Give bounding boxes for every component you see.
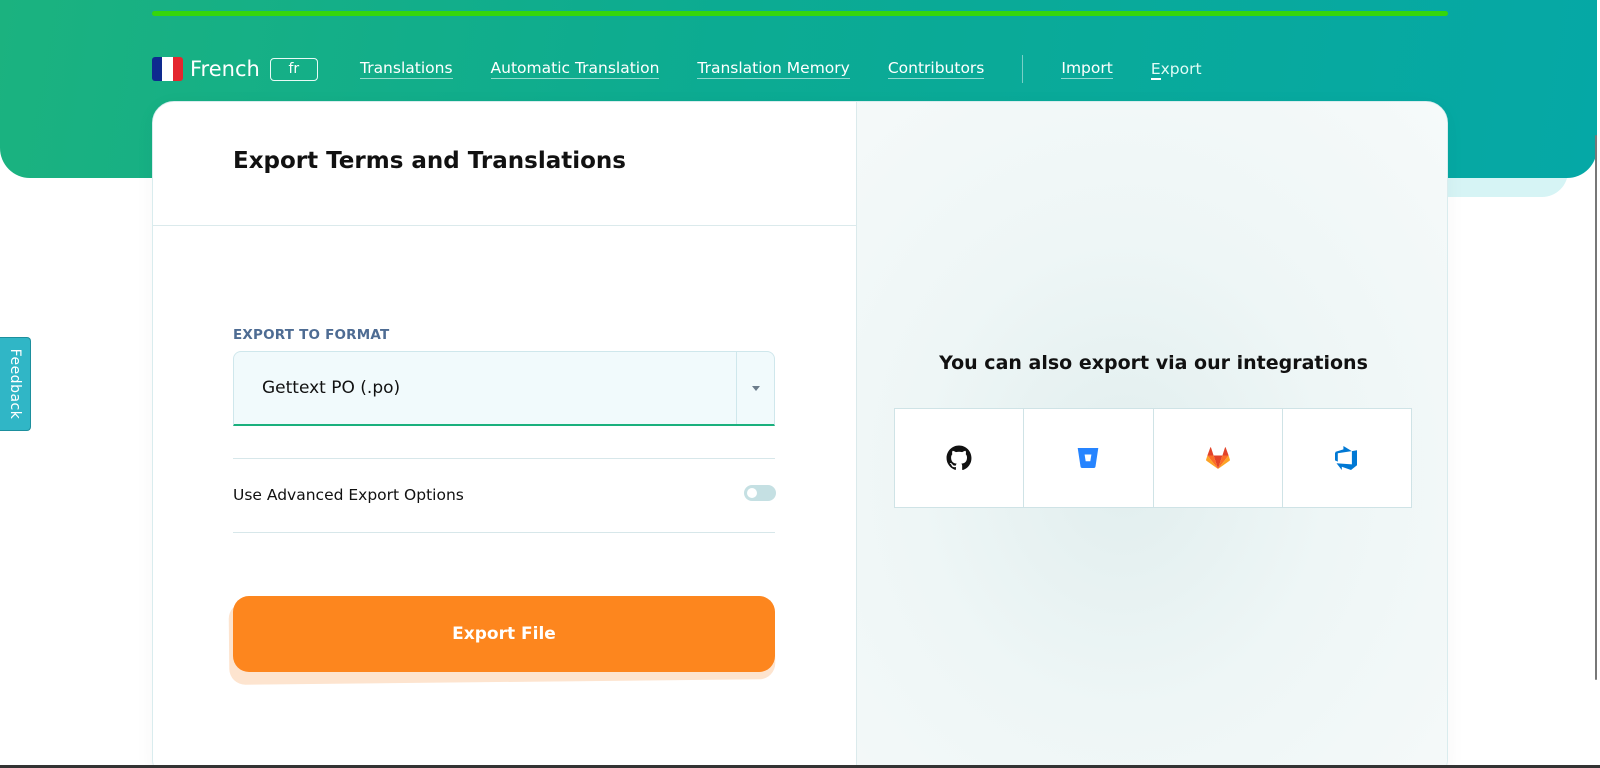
nav-translation-memory[interactable]: Translation Memory xyxy=(697,59,850,79)
integration-bitbucket[interactable] xyxy=(1024,409,1154,507)
language-indicator: French fr xyxy=(152,56,318,82)
integrations-title: You can also export via our integrations xyxy=(939,352,1368,374)
integrations-grid xyxy=(894,408,1412,508)
azure-devops-icon xyxy=(1334,446,1357,470)
export-file-button[interactable]: Export File xyxy=(233,596,775,672)
github-icon xyxy=(946,445,972,471)
language-name: French xyxy=(190,57,260,81)
format-select-value: Gettext PO (.po) xyxy=(262,378,401,398)
nav-separator xyxy=(1022,55,1024,83)
nav-translations[interactable]: Translations xyxy=(360,59,453,79)
select-divider xyxy=(736,352,737,424)
nav-contributors[interactable]: Contributors xyxy=(887,59,985,79)
scrollbar[interactable] xyxy=(1595,135,1597,680)
integrations-panel: You can also export via our integrations xyxy=(856,102,1447,768)
project-nav: Translations Automatic Translation Trans… xyxy=(360,55,1240,83)
language-code-badge: fr xyxy=(269,57,318,81)
integration-gitlab[interactable] xyxy=(1154,409,1283,507)
feedback-label: Feedback xyxy=(7,348,23,420)
france-flag-icon xyxy=(152,57,183,81)
divider xyxy=(233,532,775,533)
export-form-panel: Export Terms and Translations EXPORT TO … xyxy=(153,102,856,768)
gitlab-icon xyxy=(1205,447,1230,469)
format-select[interactable]: Gettext PO (.po) xyxy=(233,351,775,426)
export-card: Export Terms and Translations EXPORT TO … xyxy=(152,101,1448,768)
advanced-options-toggle[interactable] xyxy=(744,485,776,501)
chevron-down-icon[interactable] xyxy=(752,386,760,391)
translation-progress-bar xyxy=(152,11,1448,16)
page-title: Export Terms and Translations xyxy=(233,148,626,174)
nav-automatic-translation[interactable]: Automatic Translation xyxy=(490,59,660,79)
nav-export[interactable]: Export xyxy=(1150,60,1202,80)
format-label: EXPORT TO FORMAT xyxy=(233,327,390,343)
integration-github[interactable] xyxy=(895,409,1025,507)
integration-azure-devops[interactable] xyxy=(1283,409,1411,507)
advanced-options-label: Use Advanced Export Options xyxy=(233,486,464,504)
title-divider xyxy=(153,225,856,226)
divider xyxy=(233,458,775,459)
nav-import[interactable]: Import xyxy=(1061,59,1113,79)
feedback-tab[interactable]: Feedback xyxy=(0,337,31,431)
bitbucket-icon xyxy=(1078,448,1099,468)
